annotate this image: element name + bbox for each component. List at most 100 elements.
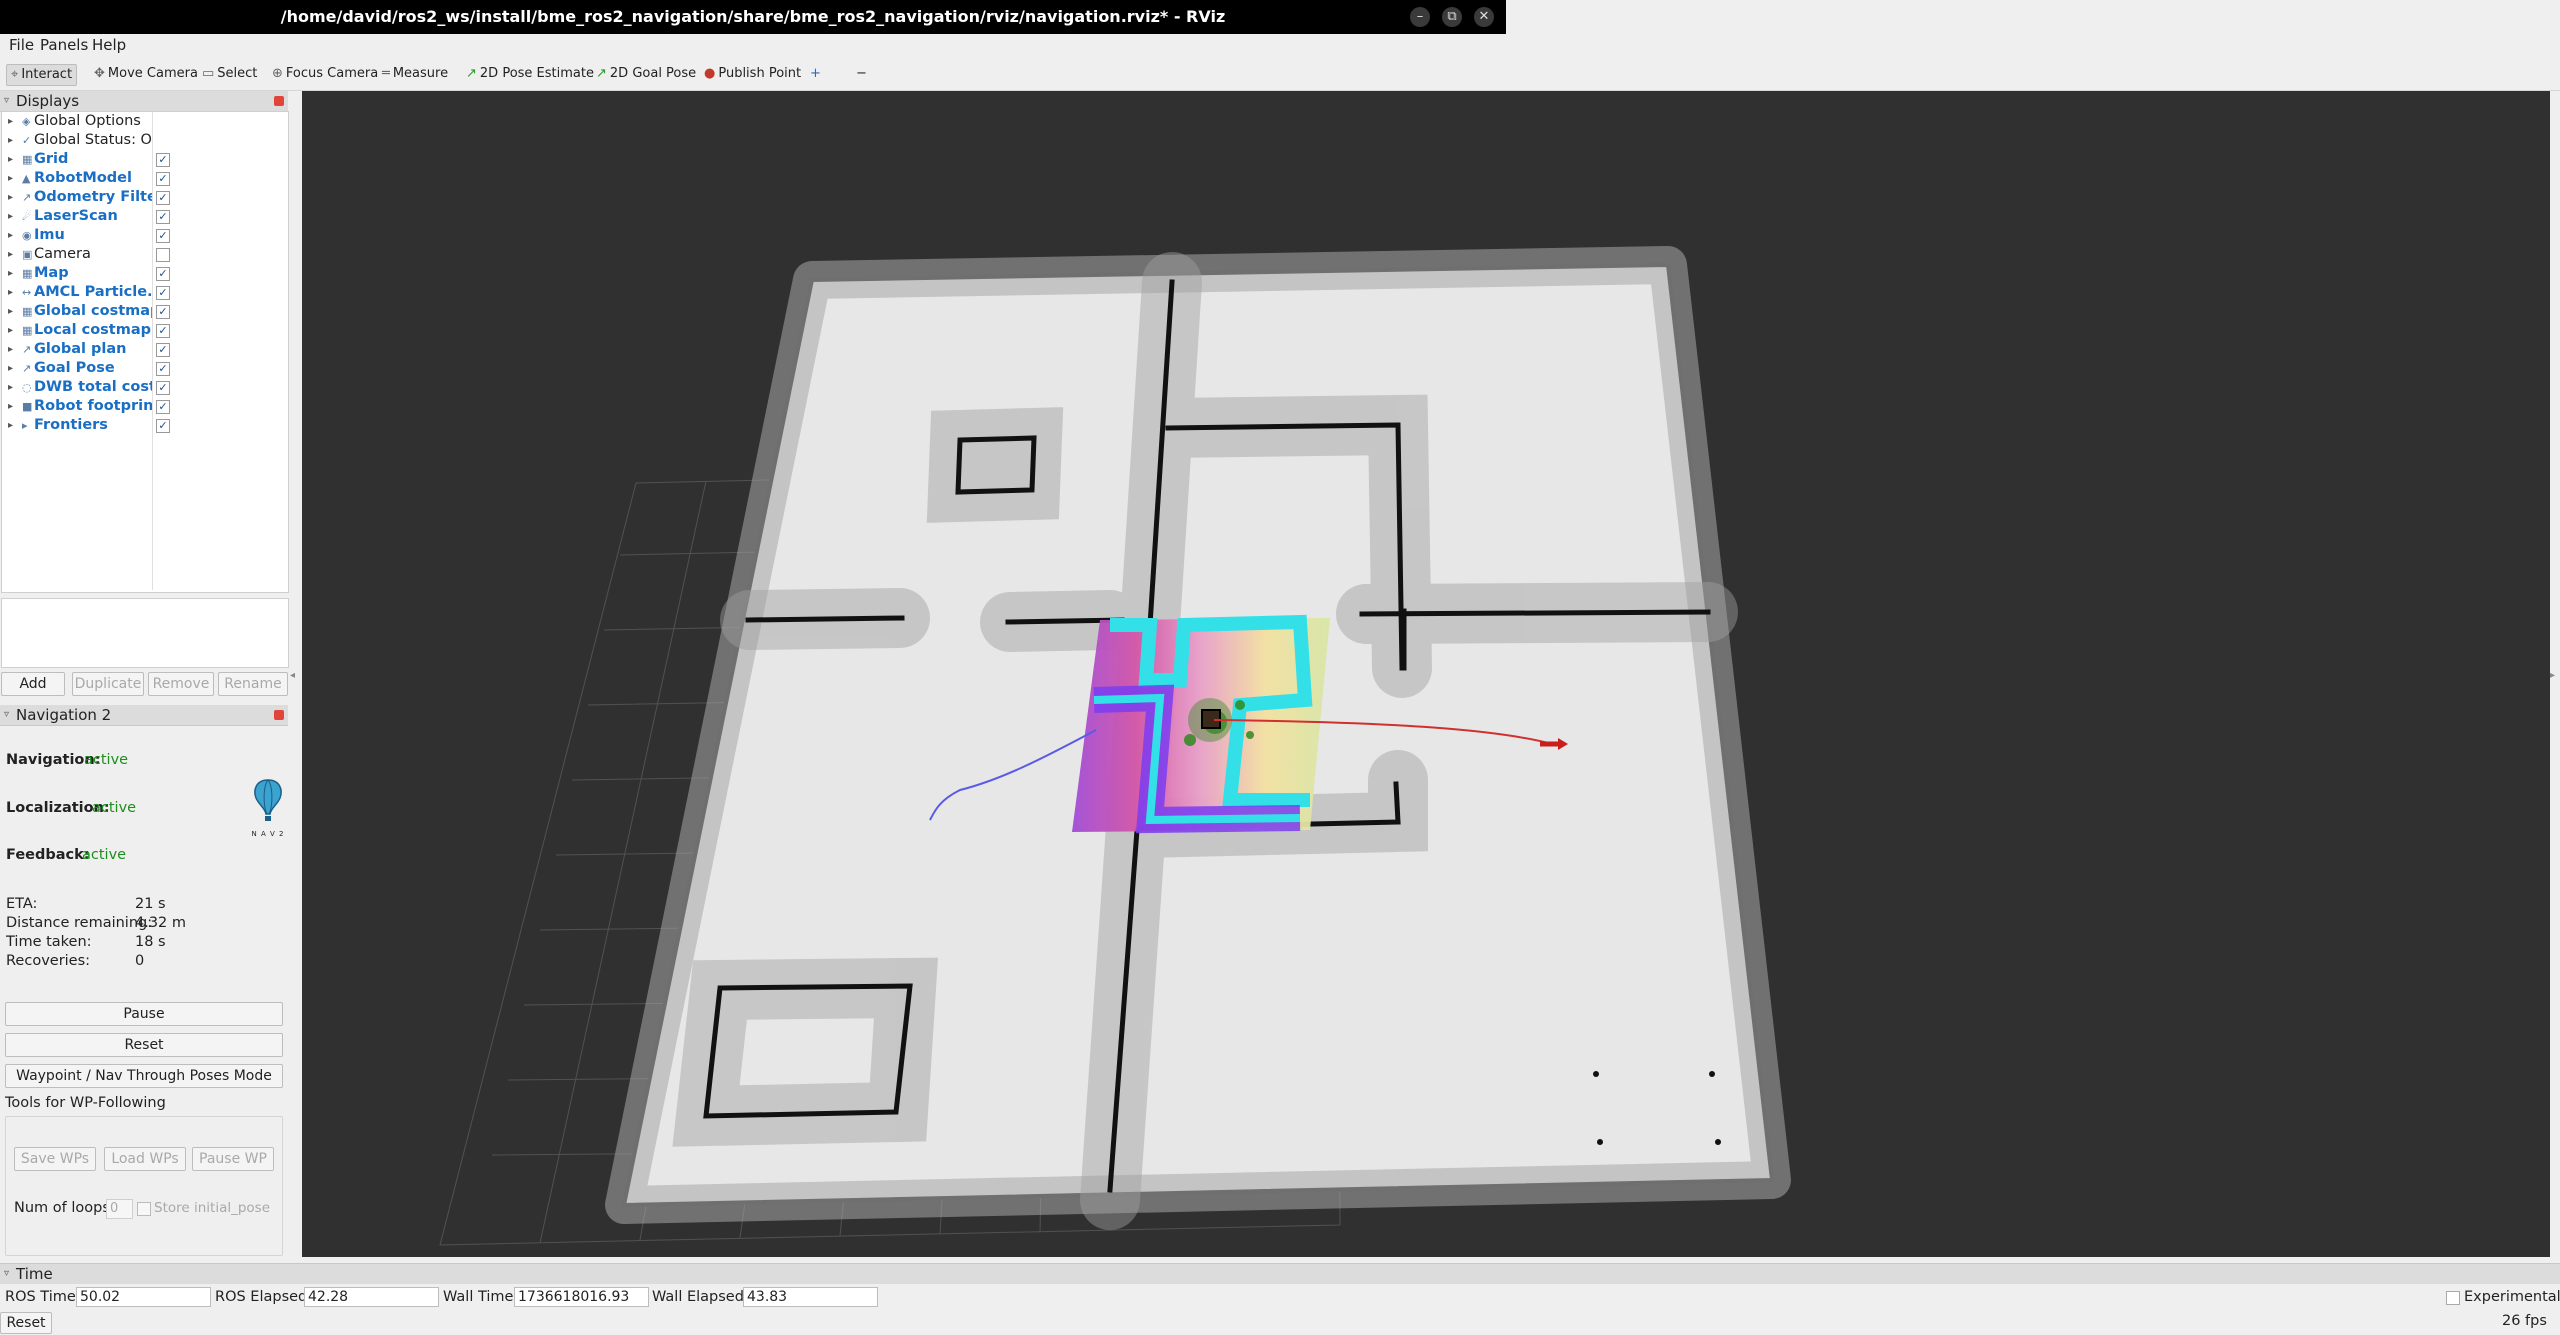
panel-close-icon[interactable] <box>274 710 284 720</box>
add-display-button[interactable]: Add <box>1 672 65 696</box>
display-enable-checkbox[interactable]: ✓ <box>156 153 170 167</box>
expand-arrow-icon[interactable]: ▸ <box>8 150 13 169</box>
display-item-global-costmap[interactable]: ▸ ▦ Global costmap ✓ <box>2 302 288 321</box>
publish-point-tool[interactable]: ● Publish Point <box>700 64 805 84</box>
minimize-icon[interactable]: – <box>1410 7 1430 27</box>
display-item-dwb-total-cost[interactable]: ▸ ◌DWB total cost... ✓ <box>2 378 288 397</box>
display-item-grid[interactable]: ▸ ▦ Grid ✓ <box>2 150 288 169</box>
display-item-local-costmap[interactable]: ▸ ▦ Local costmap ✓ <box>2 321 288 340</box>
expand-arrow-icon[interactable]: ▸ <box>8 359 13 378</box>
add-tool-button[interactable]: + <box>806 64 825 84</box>
display-enable-checkbox[interactable]: ✓ <box>156 324 170 338</box>
reset-button[interactable]: Reset <box>5 1033 283 1057</box>
3d-viewport[interactable] <box>302 91 2550 1257</box>
display-item-laserscan[interactable]: ▸ ☄ LaserScan ✓ <box>2 207 288 226</box>
load-wps-button[interactable]: Load WPs <box>104 1147 186 1171</box>
display-enable-checkbox[interactable] <box>156 248 170 262</box>
display-item-robotmodel[interactable]: ▸ ▲ RobotModel ✓ <box>2 169 288 188</box>
interact-tool[interactable]: ⌖ Interact <box>6 64 78 86</box>
display-item-label: LaserScan <box>34 208 118 224</box>
display-type-icon: ↗ <box>22 362 32 375</box>
display-enable-checkbox[interactable]: ✓ <box>156 229 170 243</box>
display-enable-checkbox[interactable]: ✓ <box>156 286 170 300</box>
display-item-amcl-particle[interactable]: ▸ ↔ AMCL Particle... ✓ <box>2 283 288 302</box>
display-item-global-plan[interactable]: ▸ ↗ Global plan ✓ <box>2 340 288 359</box>
restore-icon[interactable]: ⧉ <box>1442 7 1462 27</box>
collapse-icon[interactable]: ▿ <box>4 705 9 725</box>
expand-arrow-icon[interactable]: ▸ <box>8 207 13 226</box>
expand-arrow-icon[interactable]: ▸ <box>8 340 13 359</box>
ruler-icon: ═ <box>382 66 390 81</box>
display-item-camera[interactable]: ▸ ▣ Camera <box>2 245 288 264</box>
expand-arrow-icon[interactable]: ▸ <box>8 397 13 416</box>
display-type-icon: ▲ <box>22 172 31 185</box>
waypoint-mode-button[interactable]: Waypoint / Nav Through Poses Mode <box>5 1064 283 1088</box>
save-wps-button[interactable]: Save WPs <box>14 1147 96 1171</box>
display-item-frontiers[interactable]: ▸ ▸ Frontiers ✓ <box>2 416 288 435</box>
display-enable-checkbox[interactable]: ✓ <box>156 381 170 395</box>
duplicate-display-button[interactable]: Duplicate <box>72 672 144 696</box>
display-enable-checkbox[interactable]: ✓ <box>156 210 170 224</box>
wall-time-field[interactable]: 1736618016.93 <box>514 1287 649 1307</box>
goal-pose-tool[interactable]: ↗ 2D Goal Pose <box>592 64 700 84</box>
display-item-odometry-filte[interactable]: ▸ ↗Odometry Filte... ✓ <box>2 188 288 207</box>
display-enable-checkbox[interactable]: ✓ <box>156 362 170 376</box>
collapse-icon[interactable]: ▿ <box>4 1264 9 1284</box>
display-enable-checkbox[interactable]: ✓ <box>156 172 170 186</box>
display-item-robot-footprint[interactable]: ▸ ■ Robot footprint ✓ <box>2 397 288 416</box>
focus-camera-label: Focus Camera <box>285 66 379 81</box>
expand-arrow-icon[interactable]: ▸ <box>8 112 13 131</box>
wp-tools-group <box>5 1116 283 1256</box>
display-item-map[interactable]: ▸ ▦ Map ✓ <box>2 264 288 283</box>
move-camera-tool[interactable]: ✥ Move Camera <box>90 64 202 84</box>
pose-estimate-tool[interactable]: ↗ 2D Pose Estimate <box>462 64 598 84</box>
expand-arrow-icon[interactable]: ▸ <box>8 188 13 207</box>
display-enable-checkbox[interactable]: ✓ <box>156 267 170 281</box>
focus-camera-tool[interactable]: ⊕ Focus Camera <box>268 64 382 84</box>
expand-arrow-icon[interactable]: ▸ <box>8 245 13 264</box>
display-enable-checkbox[interactable]: ✓ <box>156 191 170 205</box>
expand-arrow-icon[interactable]: ▸ <box>8 378 13 397</box>
right-splitter-handle[interactable]: ▸ <box>2550 670 2555 681</box>
expand-arrow-icon[interactable]: ▸ <box>8 416 13 435</box>
pause-button[interactable]: Pause <box>5 1002 283 1026</box>
store-initial-pose-checkbox[interactable] <box>137 1202 151 1216</box>
expand-arrow-icon[interactable]: ▸ <box>8 302 13 321</box>
menu-panels[interactable]: Panels <box>40 36 88 54</box>
panel-close-icon[interactable] <box>274 96 284 106</box>
close-icon[interactable]: ✕ <box>1474 7 1494 27</box>
displays-tree[interactable]: ▸ ◈ Global Options ▸ ✓ Global Status: Ok ▸ ▦ Gri… <box>1 111 289 593</box>
num-loops-input[interactable]: 0 <box>106 1199 133 1219</box>
left-splitter-handle[interactable]: ◂ <box>290 670 295 681</box>
collapse-icon[interactable]: ▿ <box>4 91 9 111</box>
display-enable-checkbox[interactable]: ✓ <box>156 419 170 433</box>
measure-tool[interactable]: ═ Measure <box>378 64 452 84</box>
display-item-global-status-ok[interactable]: ▸ ✓ Global Status: Ok <box>2 131 288 150</box>
expand-arrow-icon[interactable]: ▸ <box>8 264 13 283</box>
display-item-global-options[interactable]: ▸ ◈ Global Options <box>2 112 288 131</box>
display-item-imu[interactable]: ▸ ◉ Imu ✓ <box>2 226 288 245</box>
expand-arrow-icon[interactable]: ▸ <box>8 169 13 188</box>
pause-wp-button[interactable]: Pause WP <box>192 1147 274 1171</box>
remove-display-button[interactable]: Remove <box>148 672 214 696</box>
display-enable-checkbox[interactable]: ✓ <box>156 343 170 357</box>
display-enable-checkbox[interactable]: ✓ <box>156 400 170 414</box>
menu-help[interactable]: Help <box>92 36 126 54</box>
display-enable-checkbox[interactable]: ✓ <box>156 305 170 319</box>
select-tool[interactable]: ▭ Select <box>198 64 261 84</box>
ros-time-field[interactable]: 50.02 <box>76 1287 211 1307</box>
rename-display-button[interactable]: Rename <box>218 672 288 696</box>
expand-arrow-icon[interactable]: ▸ <box>8 131 13 150</box>
pin-icon: ● <box>704 66 716 81</box>
experimental-checkbox[interactable] <box>2446 1291 2460 1305</box>
expand-arrow-icon[interactable]: ▸ <box>8 226 13 245</box>
expand-arrow-icon[interactable]: ▸ <box>8 321 13 340</box>
ros-elapsed-field[interactable]: 42.28 <box>304 1287 439 1307</box>
time-reset-button[interactable]: Reset <box>0 1312 52 1334</box>
expand-arrow-icon[interactable]: ▸ <box>8 283 13 302</box>
display-item-goal-pose[interactable]: ▸ ↗ Goal Pose ✓ <box>2 359 288 378</box>
display-description-box <box>1 598 289 668</box>
wall-elapsed-field[interactable]: 43.83 <box>743 1287 878 1307</box>
menu-file[interactable]: File <box>9 36 34 54</box>
remove-tool-button[interactable]: − <box>852 64 871 84</box>
